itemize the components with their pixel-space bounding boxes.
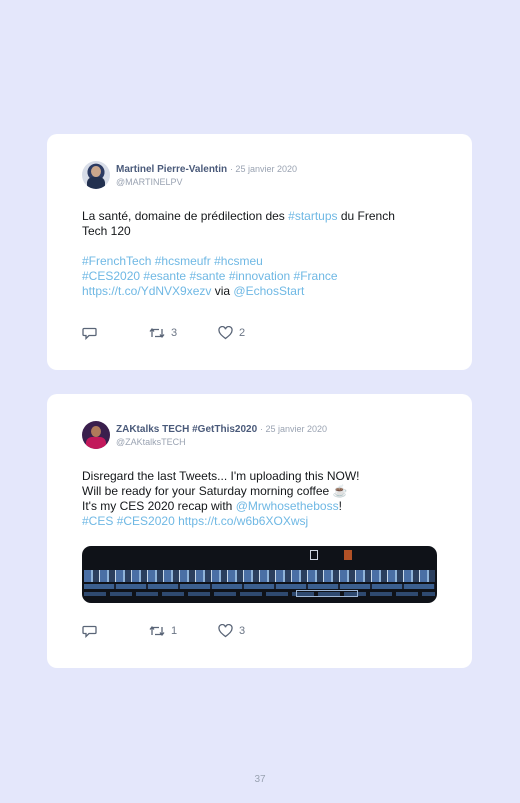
tweet-link[interactable]: #France [294,269,338,283]
tweet-date[interactable]: · 25 janvier 2020 [260,424,327,434]
tweet-link[interactable]: #FrenchTech [82,254,151,268]
tweet-card[interactable]: ZAKtalks TECH #GetThis2020 · 25 janvier … [47,394,472,668]
audio-track [84,584,435,589]
tweet-link[interactable]: #CES2020 [82,269,140,283]
page-number: 37 [254,774,266,785]
tweet-link[interactable]: #CES2020 [117,514,175,528]
media-detail [344,550,352,560]
tweet-text-segment: La santé, domaine de prédilection des [82,209,289,223]
tweet-line [82,239,442,254]
tweet-actions: 1 3 [82,624,282,640]
tweet-actions: 3 2 [82,326,282,342]
avatar[interactable] [82,161,110,189]
tweet-link[interactable]: https://t.co/YdNVX9xezv [82,284,211,298]
tweet-line: https://t.co/YdNVX9xezv via @EchosStart [82,284,442,299]
like-button[interactable]: 3 [218,624,245,638]
tweet-card[interactable]: Martinel Pierre-Valentin · 25 janvier 20… [47,134,472,370]
audio-track [84,592,435,596]
tweet-date[interactable]: · 25 janvier 2020 [230,164,297,174]
tweet-link[interactable]: #esante [143,269,186,283]
tweet-text: Disregard the last Tweets... I'm uploadi… [82,469,442,529]
tweet-text-segment: du French [337,209,395,223]
tweet-line: Tech 120 [82,224,442,239]
tweet-line: Will be ready for your Saturday morning … [82,484,442,499]
tweet-link[interactable]: #hcsmeu [214,254,263,268]
retweet-count: 3 [171,327,178,339]
tweet-text-segment: Tech 120 [82,224,131,238]
tweet-link[interactable]: https://t.co/w6b6XOXwsj [178,514,308,528]
heart-icon [218,326,233,340]
retweet-button[interactable]: 3 [149,326,177,340]
retweet-count: 1 [171,625,178,637]
tweet-line: Disregard the last Tweets... I'm uploadi… [82,469,442,484]
tweet-text-segment: Will be ready for your Saturday morning … [82,484,348,498]
tweet-line: #FrenchTech #hcsmeufr #hcsmeu [82,254,442,269]
reply-button[interactable] [82,326,97,340]
reply-button[interactable] [82,624,97,638]
tweet-link[interactable]: #sante [189,269,225,283]
like-count: 2 [239,327,246,339]
tweet-link[interactable]: #startups [288,209,337,223]
tweet-text-segment: Disregard the last Tweets... I'm uploadi… [82,469,360,483]
tweet-line: La santé, domaine de prédilection des #s… [82,209,442,224]
tweet-link[interactable]: @EchosStart [233,284,304,298]
reply-icon [82,327,97,340]
retweet-icon [149,625,165,637]
avatar[interactable] [82,421,110,449]
tweet-text-segment: It's my CES 2020 recap with [82,499,236,513]
selection-box [296,590,358,597]
author-name[interactable]: ZAKtalks TECH #GetThis2020 [116,424,257,435]
author-handle[interactable]: @MARTINELPV [116,177,183,187]
tweet-link[interactable]: #CES [82,514,113,528]
like-count: 3 [239,625,246,637]
reply-icon [82,625,97,638]
heart-icon [218,624,233,638]
video-track [84,570,435,582]
tweet-link[interactable]: #innovation [229,269,290,283]
media-detail [310,550,318,560]
tweet-line: #CES2020 #esante #sante #innovation #Fra… [82,269,442,284]
retweet-icon [149,327,165,339]
tweet-link[interactable]: @Mrwhosetheboss [236,499,339,513]
tweet-header: ZAKtalks TECH #GetThis2020 · 25 janvier … [82,421,442,451]
like-button[interactable]: 2 [218,326,245,340]
tweet-text-segment: via [211,284,234,298]
tweet-text-segment: ! [338,499,342,513]
video-editor-screenshot[interactable] [82,546,437,603]
tweet-line: #CES #CES2020 https://t.co/w6b6XOXwsj [82,514,442,529]
tweet-header: Martinel Pierre-Valentin · 25 janvier 20… [82,161,442,191]
tweet-text: La santé, domaine de prédilection des #s… [82,209,442,299]
author-handle[interactable]: @ZAKtalksTECH [116,437,186,447]
tweet-line: It's my CES 2020 recap with @Mrwhosetheb… [82,499,442,514]
author-name[interactable]: Martinel Pierre-Valentin [116,164,227,175]
retweet-button[interactable]: 1 [149,624,177,638]
tweet-link[interactable]: #hcsmeufr [155,254,211,268]
